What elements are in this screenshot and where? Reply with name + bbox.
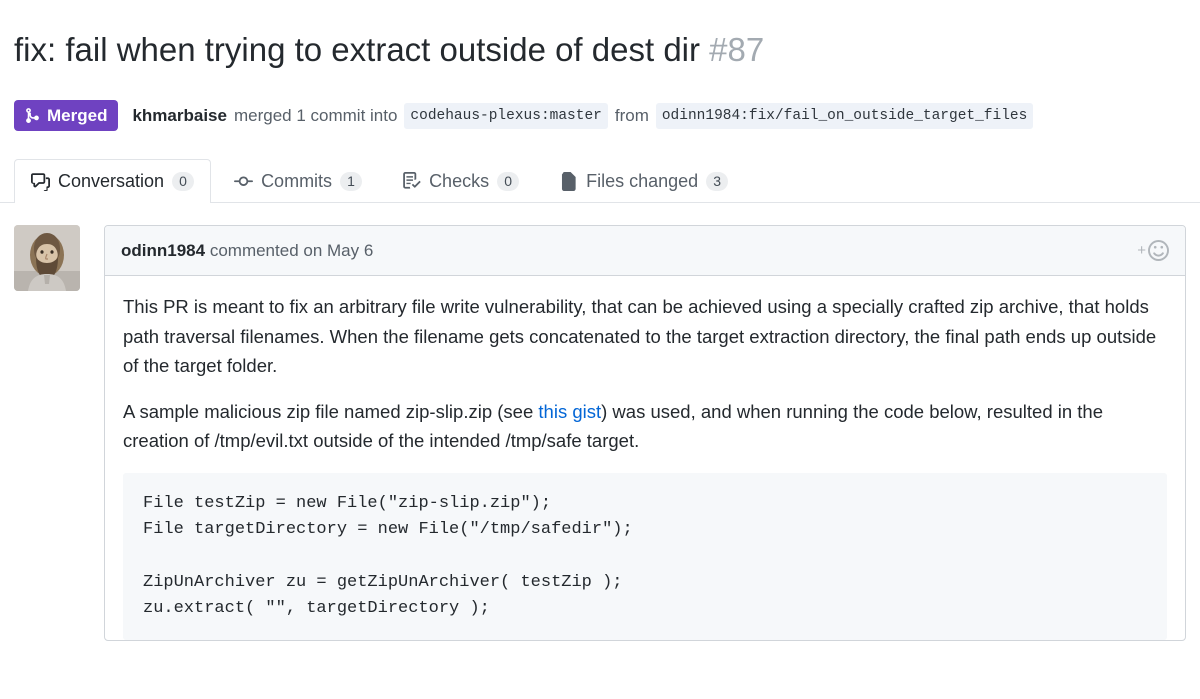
merge-actor[interactable]: khmarbaise: [132, 106, 227, 126]
pr-tabnav: Conversation 0 Commits 1 Checks 0 Files …: [0, 155, 1200, 204]
tab-counter: 0: [497, 172, 520, 192]
comment-author[interactable]: odinn1984: [121, 241, 205, 260]
comment-discussion-icon: [31, 172, 50, 192]
head-branch-label[interactable]: odinn1984:fix/fail_on_outside_target_fil…: [655, 102, 1034, 130]
tab-files-changed[interactable]: Files changed 3: [542, 159, 745, 203]
comment-header: odinn1984 commented on May 6 +: [105, 226, 1185, 277]
tab-label: Conversation: [58, 171, 165, 192]
tab-label: Files changed: [586, 171, 699, 192]
file-diff-icon: [559, 172, 578, 192]
git-merge-icon: [24, 107, 41, 124]
tab-counter: 0: [172, 172, 195, 192]
tab-label: Commits: [261, 171, 333, 192]
comment-box: odinn1984 commented on May 6 + This PR i…: [104, 225, 1186, 642]
avatar-column: [14, 225, 104, 641]
comment-date[interactable]: May 6: [327, 241, 373, 260]
base-branch-label[interactable]: codehaus-plexus:master: [404, 102, 608, 130]
status-badge: Merged: [14, 100, 119, 132]
comment-byline: odinn1984 commented on May 6: [121, 241, 373, 261]
tab-counter: 1: [340, 172, 363, 192]
pr-title-text: fix: fail when trying to extract outside…: [14, 31, 700, 69]
status-badge-label: Merged: [47, 106, 108, 126]
gist-link[interactable]: this gist: [538, 401, 601, 422]
avatar[interactable]: [14, 225, 80, 292]
tab-conversation[interactable]: Conversation 0: [14, 159, 212, 204]
comment-paragraph-2: A sample malicious zip file named zip-sl…: [123, 397, 1167, 455]
add-reaction-button[interactable]: +: [1137, 240, 1169, 262]
tab-label: Checks: [429, 171, 490, 192]
comment-action: commented on: [209, 240, 323, 260]
tab-checks[interactable]: Checks 0: [385, 159, 536, 203]
tab-counter: 3: [706, 172, 729, 192]
merge-action-text: merged 1 commit into: [233, 105, 398, 125]
tab-commits[interactable]: Commits 1: [217, 159, 379, 203]
comment-body: This PR is meant to fix an arbitrary fil…: [105, 276, 1185, 641]
merge-connector-text: from: [614, 105, 649, 125]
pr-subhead: Merged khmarbaise merged 1 commit into c…: [0, 92, 1200, 132]
paragraph-2-lead: A sample malicious zip file named zip-sl…: [123, 401, 539, 423]
pr-number: #87: [709, 31, 765, 69]
pr-merge-meta: khmarbaise merged 1 commit into codehaus…: [132, 102, 1034, 130]
comment-paragraph-1: This PR is meant to fix an arbitrary fil…: [123, 296, 1157, 376]
smiley-icon: [1148, 240, 1169, 262]
page-title: fix: fail when trying to extract outside…: [0, 22, 1200, 70]
checklist-icon: [402, 172, 421, 191]
git-commit-icon: [234, 172, 254, 191]
code-block: File testZip = new File("zip-slip.zip");…: [123, 472, 1167, 641]
plus-sign: +: [1137, 242, 1146, 260]
pr-timeline: odinn1984 commented on May 6 + This PR i…: [0, 203, 1200, 642]
